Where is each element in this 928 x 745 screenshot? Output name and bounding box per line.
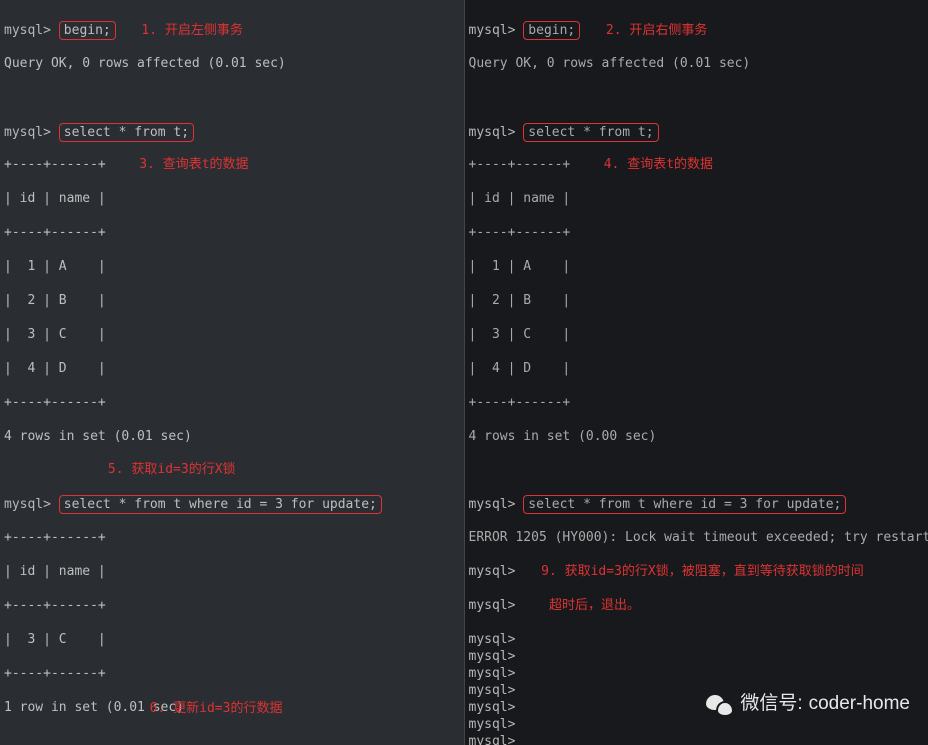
- result-line: 4 rows in set (0.00 sec): [469, 428, 925, 445]
- table-border: +----+------+: [469, 394, 925, 411]
- annotation-3: 3. 查询表t的数据: [139, 156, 248, 173]
- prompt-line: mysql>: [469, 716, 925, 733]
- table-border: +----+------+: [4, 597, 460, 614]
- table-header: | id | name |: [4, 190, 460, 207]
- table-row: | 3 | C |: [4, 631, 460, 648]
- table-row: | 1 | A |: [469, 258, 925, 275]
- table-row: | 4 | D |: [469, 360, 925, 377]
- right-terminal[interactable]: mysql> begin; 2. 开启右侧事务 Query OK, 0 rows…: [465, 0, 928, 745]
- begin-cmd-box: begin;: [59, 21, 116, 40]
- table-row: | 3 | C |: [4, 326, 460, 343]
- prompt-line: mysql> 超时后，退出。: [469, 597, 925, 614]
- table-border: +----+------+: [469, 224, 925, 241]
- table-border: +----+------+: [4, 394, 460, 411]
- annotation-6: 6. 更新id=3的行数据: [150, 700, 283, 717]
- error-line: ERROR 1205 (HY000): Lock wait timeout ex…: [469, 529, 925, 546]
- cmd-line: mysql> begin; 1. 开启左侧事务: [4, 21, 460, 38]
- table-header: | id | name |: [4, 563, 460, 580]
- table-row: | 2 | B |: [469, 292, 925, 309]
- prompt-line: mysql>: [469, 631, 925, 648]
- table-row: | 3 | C |: [469, 326, 925, 343]
- result-line: 4 rows in set (0.01 sec): [4, 428, 460, 445]
- select-forupdate3-box: select * from t where id = 3 for update;: [523, 495, 846, 514]
- watermark-label: 微信号:: [740, 692, 802, 717]
- cmd-line: mysql> select * from t where id = 3 for …: [4, 495, 460, 512]
- table-border: +----+------+ 4. 查询表t的数据: [469, 156, 925, 173]
- table-border: +----+------+ 3. 查询表t的数据: [4, 156, 460, 173]
- result-line: Query OK, 0 rows affected (0.01 sec): [4, 55, 460, 72]
- cmd-line: mysql> select * from t;: [4, 123, 460, 140]
- select-forupdate3-box: select * from t where id = 3 for update;: [59, 495, 382, 514]
- annotation-4: 4. 查询表t的数据: [604, 156, 713, 173]
- cmd-line: mysql> begin; 2. 开启右侧事务: [469, 21, 925, 38]
- left-terminal[interactable]: mysql> begin; 1. 开启左侧事务 Query OK, 0 rows…: [0, 0, 465, 745]
- prompt-line: mysql>: [469, 733, 925, 745]
- table-row: | 2 | B |: [4, 292, 460, 309]
- annotation-2: 2. 开启右侧事务: [606, 22, 707, 39]
- prompt-line: mysql>: [469, 665, 925, 682]
- select-all-box: select * from t;: [523, 123, 658, 142]
- table-border: +----+------+: [4, 529, 460, 546]
- table-border: +----+------+: [4, 224, 460, 241]
- table-row: | 1 | A |: [4, 258, 460, 275]
- begin-cmd-box: begin;: [523, 21, 580, 40]
- cmd-line: mysql> select * from t where id = 3 for …: [469, 495, 925, 512]
- annotation-9a: 9. 获取id=3的行X锁，被阻塞，直到等待获取锁的时间: [541, 563, 864, 580]
- result-line: Query OK, 0 rows affected (0.01 sec): [469, 55, 925, 72]
- annotation-9b: 超时后，退出。: [549, 597, 640, 614]
- table-row: | 4 | D |: [4, 360, 460, 377]
- cmd-line: mysql> select * from t;: [469, 123, 925, 140]
- annotation-5: 5. 获取id=3的行X锁: [108, 461, 236, 478]
- result-line: 1 row in set (0.01 sec) 6. 更新id=3的行数据: [4, 699, 460, 716]
- table-border: +----+------+: [4, 665, 460, 682]
- watermark: 微信号: coder-home: [706, 692, 910, 717]
- watermark-value: coder-home: [809, 692, 910, 717]
- prompt-line: mysql> 9. 获取id=3的行X锁，被阻塞，直到等待获取锁的时间: [469, 563, 925, 580]
- table-header: | id | name |: [469, 190, 925, 207]
- terminal-panes: mysql> begin; 1. 开启左侧事务 Query OK, 0 rows…: [0, 0, 928, 745]
- wechat-icon: [706, 693, 734, 717]
- prompt-line: mysql>: [469, 648, 925, 665]
- annotation-1: 1. 开启左侧事务: [141, 22, 242, 39]
- select-all-box: select * from t;: [59, 123, 194, 142]
- empty-prompts-container: mysql> mysql> mysql> mysql> mysql> mysql…: [469, 631, 925, 745]
